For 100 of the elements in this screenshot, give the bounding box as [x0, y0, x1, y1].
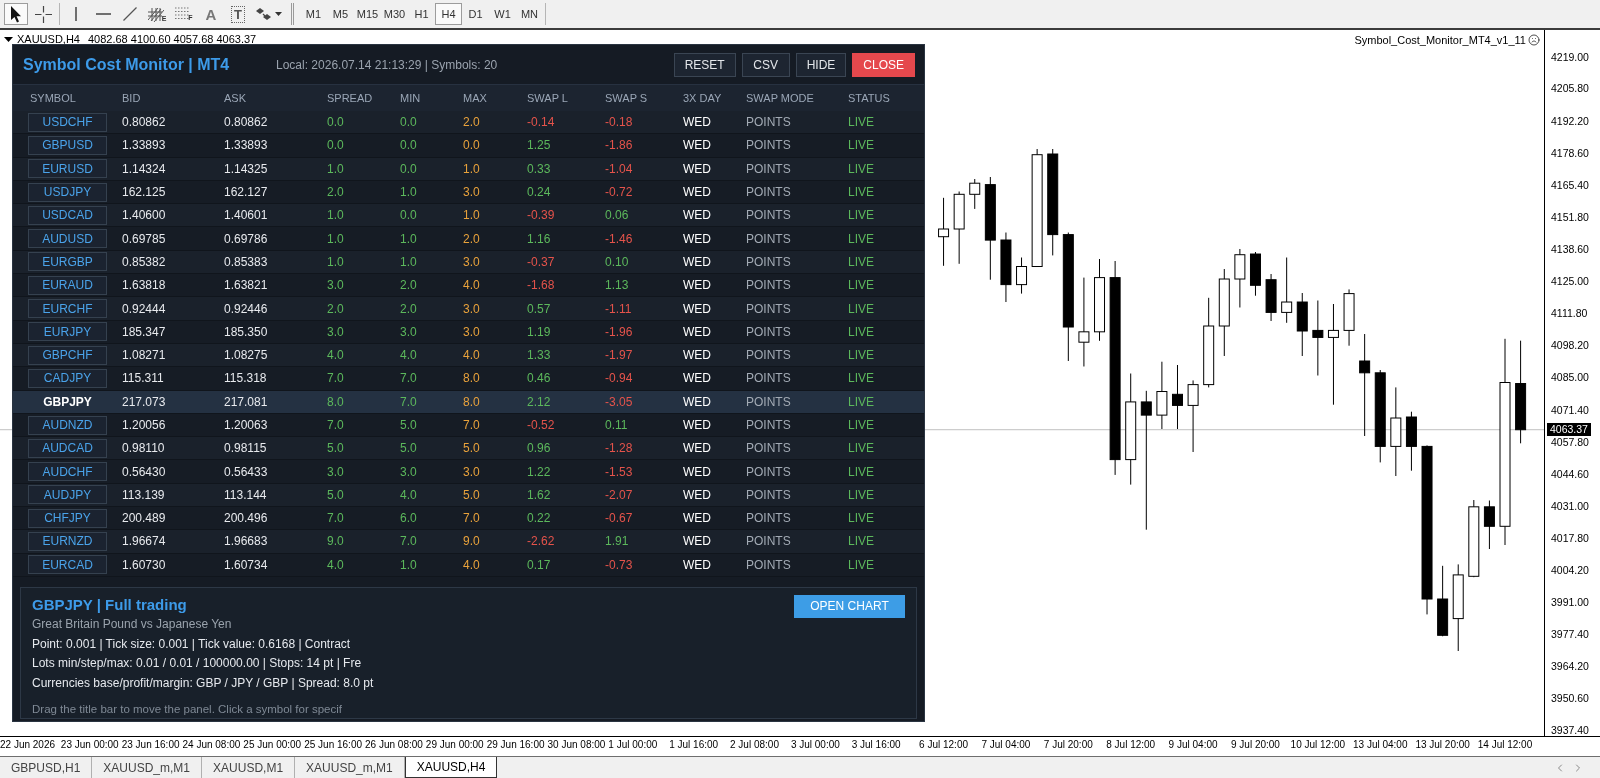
table-cell-text: 1.25 — [527, 137, 552, 155]
symbol-button[interactable]: EURJPY — [28, 322, 107, 342]
timeframe-button[interactable]: M30 — [381, 3, 408, 25]
table-cell-text: 200.496 — [224, 510, 269, 528]
table-row[interactable]: EURNZD 1.96674 1.96683 9.0 7.0 9.0 -2.62 1.91 WED POINTS LIVE — [13, 530, 924, 554]
time-axis-label: 9 Jul 20:00 — [1231, 738, 1280, 752]
table-cell-text: -2.07 — [605, 486, 634, 504]
table-row[interactable]: EURCAD 1.60730 1.60734 4.0 1.0 4.0 0.17 -0.73 WED POINTS LIVE — [13, 553, 924, 577]
table-cell-text: 5.0 — [463, 440, 481, 458]
chart-tab[interactable]: XAUUSD_m,M1 — [295, 757, 405, 778]
symbol-button[interactable]: EURAUD — [28, 275, 107, 295]
timeframe-button[interactable]: M1 — [300, 3, 327, 25]
symbol-button[interactable]: CHFJPY — [28, 508, 107, 528]
table-cell-text: 8.0 — [327, 393, 345, 411]
cursor-tool-button[interactable] — [4, 3, 28, 25]
table-cell-text: 1.0 — [400, 184, 418, 202]
candle — [938, 197, 950, 267]
timeframe-button[interactable]: D1 — [462, 3, 489, 25]
shapes-icon — [256, 6, 272, 22]
panel-button[interactable]: CSV — [741, 52, 790, 77]
table-row[interactable]: EURAUD 1.63818 1.63821 3.0 2.0 4.0 -1.68 1.13 WED POINTS LIVE — [13, 274, 924, 298]
symbol-button[interactable]: USDCHF — [28, 112, 107, 132]
timeframe-button[interactable]: MN — [516, 3, 543, 25]
table-cell-text: POINTS — [746, 417, 792, 434]
symbol-button[interactable]: GBPCHF — [28, 345, 107, 365]
table-cell-text: POINTS — [746, 370, 792, 388]
panel-title: Symbol Cost Monitor | MT4 — [23, 54, 231, 75]
table-cell-text: 3.0 — [463, 323, 481, 341]
table-cell-text: LIVE — [848, 510, 875, 528]
chart-tab[interactable]: XAUUSD,M1 — [202, 757, 296, 778]
table-row[interactable]: EURUSD 1.14324 1.14325 1.0 0.0 1.0 0.33 -1.04 WED POINTS LIVE — [13, 157, 924, 181]
column-header: ASK — [224, 90, 247, 106]
table-cell-text: WED — [683, 160, 712, 178]
table-cell-text: -0.73 — [605, 556, 634, 574]
symbol-button[interactable]: AUDNZD — [28, 415, 107, 435]
symbol-button[interactable]: AUDCAD — [28, 438, 107, 458]
table-row[interactable]: AUDUSD 0.69785 0.69786 1.0 1.0 2.0 1.16 -1.46 WED POINTS LIVE — [13, 227, 924, 251]
symbol-button[interactable]: EURNZD — [28, 532, 107, 551]
candle — [1405, 411, 1417, 472]
timeframe-button[interactable]: H1 — [408, 3, 435, 25]
symbol-button[interactable]: USDJPY — [28, 182, 107, 202]
table-cell-text: 3.0 — [463, 300, 481, 318]
table-row[interactable]: EURCHF 0.92444 0.92446 2.0 2.0 3.0 0.57 -1.11 WED POINTS LIVE — [13, 297, 924, 321]
timeframe-button[interactable]: W1 — [489, 3, 516, 25]
table-cell-text: POINTS — [746, 486, 792, 504]
table-row[interactable]: EURJPY 185.347 185.350 3.0 3.0 3.0 1.19 -1.96 WED POINTS LIVE — [13, 320, 924, 344]
panel-button[interactable]: CLOSE — [852, 52, 915, 77]
table-row[interactable]: AUDJPY 113.139 113.144 5.0 4.0 5.0 1.62 -2.07 WED POINTS LIVE — [13, 483, 924, 508]
table-row[interactable]: GBPUSD 1.33893 1.33893 0.0 0.0 0.0 1.25 -1.86 WED POINTS LIVE — [13, 134, 924, 158]
table-cell-text: WED — [683, 253, 712, 271]
symbol-button[interactable]: EURGBP — [28, 252, 107, 272]
table-row[interactable]: EURGBP 0.85382 0.85383 1.0 1.0 3.0 -0.37 0.10 WED POINTS LIVE — [13, 250, 924, 275]
candle — [1437, 565, 1449, 637]
timeframe-button[interactable]: H4 — [435, 3, 462, 25]
chart-tab[interactable]: XAUUSD,H4 — [404, 757, 498, 778]
table-cell-text: -1.96 — [605, 323, 634, 341]
table-row[interactable]: USDJPY 162.125 162.127 2.0 1.0 3.0 0.24 -0.72 WED POINTS LIVE — [13, 180, 924, 205]
table-row[interactable]: USDCHF 0.80862 0.80862 0.0 0.0 2.0 -0.14 -0.18 WED POINTS LIVE — [13, 111, 924, 135]
table-cell-text: 8.0 — [463, 370, 481, 388]
symbol-button[interactable]: AUDUSD — [28, 229, 107, 249]
text-label-tool-button[interactable]: T — [226, 3, 250, 25]
chart-tab[interactable]: XAUUSD_m,M1 — [92, 757, 203, 778]
symbol-button[interactable]: AUDCHF — [28, 462, 107, 482]
chart-tab[interactable]: GBPUSD,H1 — [0, 757, 93, 778]
table-cell-text: 2.0 — [327, 300, 345, 318]
symbol-button[interactable]: EURUSD — [28, 159, 107, 179]
table-cell-text: LIVE — [848, 417, 875, 434]
symbol-button[interactable]: GBPJPY — [28, 392, 107, 412]
table-cell-text: LIVE — [848, 137, 875, 155]
table-row[interactable]: AUDCAD 0.98110 0.98115 5.0 5.0 5.0 0.96 -1.28 WED POINTS LIVE — [13, 437, 924, 461]
table-cell-text: 1.0 — [327, 230, 345, 248]
caret-down-icon[interactable] — [4, 36, 13, 42]
table-row[interactable]: CADJPY 115.311 115.318 7.0 7.0 8.0 0.46 -0.94 WED POINTS LIVE — [13, 367, 924, 391]
symbol-button[interactable]: USDCAD — [28, 205, 107, 225]
symbol-info-line: Point: 0.001 | Tick size: 0.001 | Tick value: 0.6168 | Contract — [32, 635, 352, 653]
table-row[interactable]: CHFJPY 200.489 200.496 7.0 6.0 7.0 0.22 -0.67 WED POINTS LIVE — [13, 507, 924, 531]
symbol-button[interactable]: AUDJPY — [28, 485, 107, 505]
panel-button[interactable]: HIDE — [795, 52, 847, 77]
symbol-button[interactable]: CADJPY — [28, 368, 107, 388]
time-axis-label: 3 Jul 00:00 — [790, 738, 840, 752]
symbol-button[interactable]: EURCHF — [28, 299, 107, 318]
timeframe-button[interactable]: M15 — [354, 3, 381, 25]
timeframe-button[interactable]: M5 — [327, 3, 354, 25]
table-cell-text: 0.80862 — [224, 114, 269, 132]
table-cell-text: 0.98110 — [122, 440, 166, 458]
symbol-button[interactable]: EURCAD — [28, 555, 107, 575]
table-row[interactable]: AUDCHF 0.56430 0.56433 3.0 3.0 3.0 1.22 -1.53 WED POINTS LIVE — [13, 460, 924, 484]
table-row[interactable]: USDCAD 1.40600 1.40601 1.0 0.0 1.0 -0.39 0.06 WED POINTS LIVE — [13, 204, 924, 228]
table-row[interactable]: AUDNZD 1.20056 1.20063 7.0 5.0 7.0 -0.52 0.11 WED POINTS LIVE — [13, 413, 924, 438]
text-tool-button[interactable]: A — [199, 3, 223, 25]
time-axis-label: 2 Jul 08:00 — [730, 738, 779, 752]
table-row[interactable]: GBPJPY 217.073 217.081 8.0 7.0 8.0 2.12 -3.05 WED POINTS LIVE — [13, 390, 924, 414]
table-row[interactable]: GBPCHF 1.08271 1.08275 4.0 4.0 4.0 1.33 -1.97 WED POINTS LIVE — [13, 343, 924, 368]
table-cell-text: LIVE — [848, 440, 875, 458]
column-header: STATUS — [848, 90, 891, 106]
table-cell-text: LIVE — [848, 556, 875, 574]
panel-button[interactable]: RESET — [673, 52, 736, 77]
symbol-button[interactable]: GBPUSD — [28, 135, 107, 155]
table-cell-text: 1.96674 — [122, 533, 167, 551]
table-cell-text: 0.0 — [463, 137, 481, 155]
